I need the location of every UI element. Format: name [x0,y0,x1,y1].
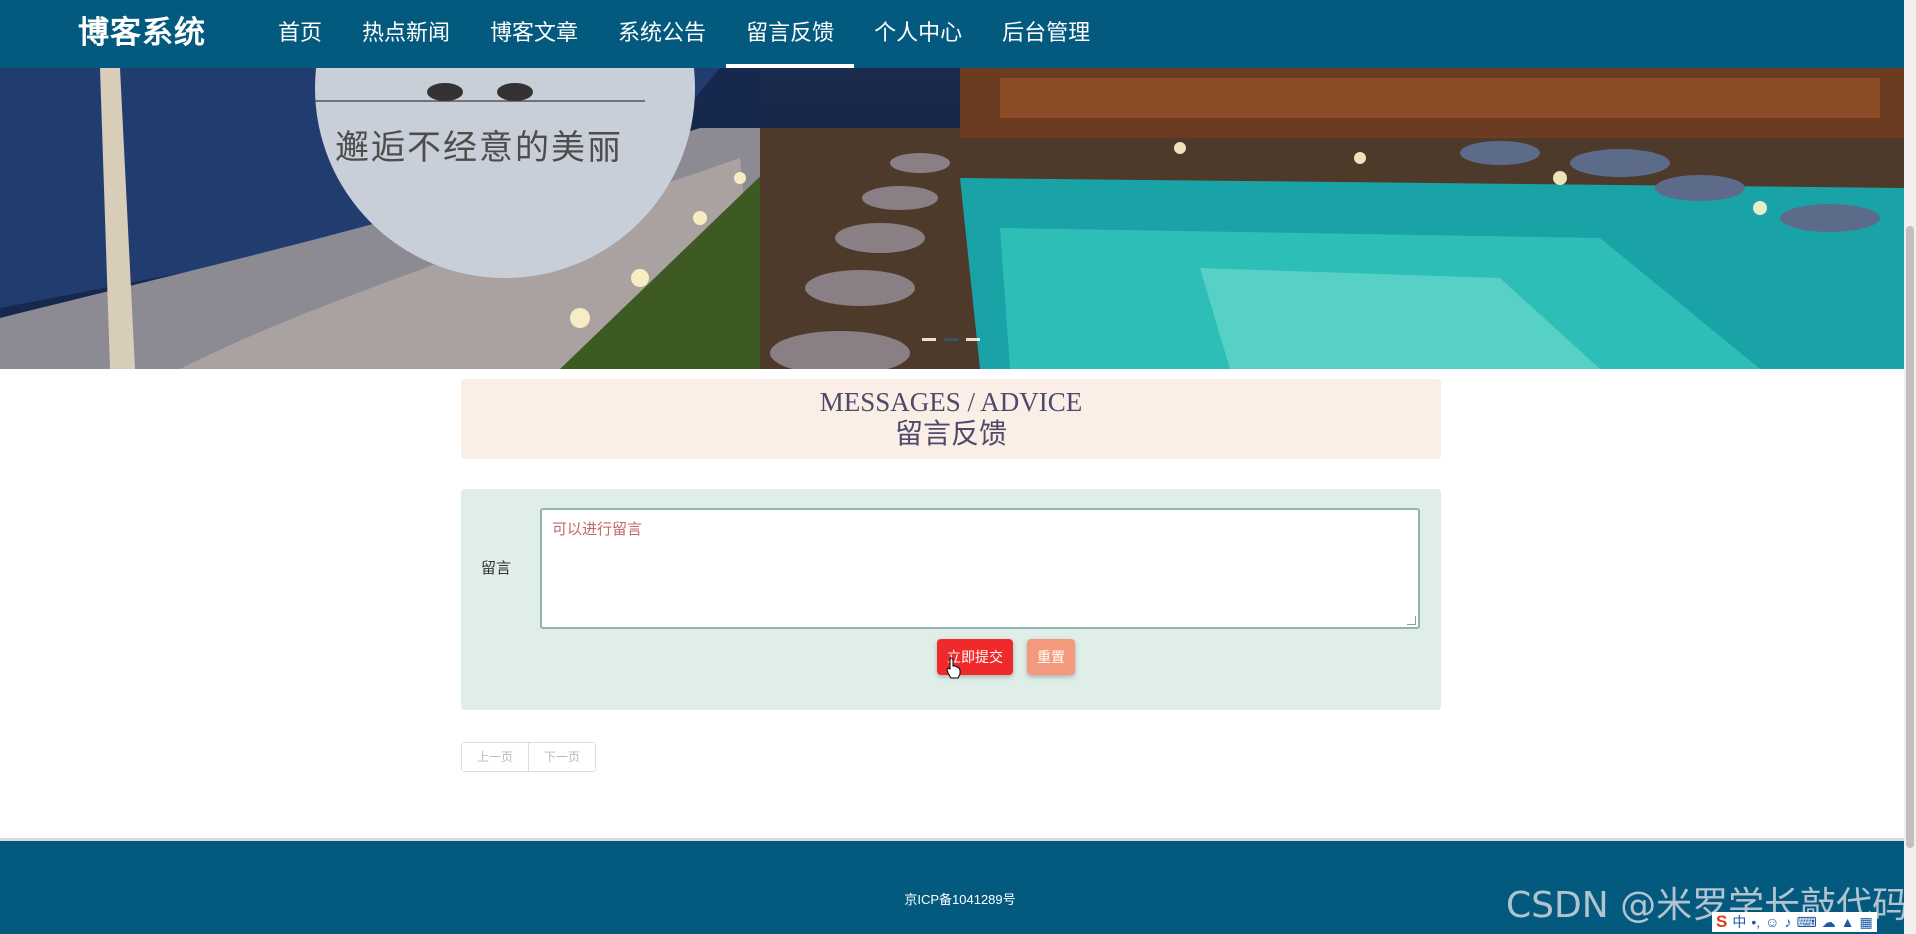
banner-slogan: 邂逅不经意的美丽 [335,128,623,168]
nav-item-blog-articles[interactable]: 博客文章 [470,0,598,68]
section-title-box: MESSAGES / ADVICE 留言反馈 [461,379,1441,459]
keyboard-icon[interactable]: ⌨ [1796,914,1816,931]
hand-pointer-icon [946,657,961,679]
top-navbar: 博客系统 首页 热点新闻 博客文章 系统公告 留言反馈 个人中心 后台管理 [0,0,1916,68]
grid-icon[interactable]: ▦ [1860,914,1873,931]
nav-item-hot-news[interactable]: 热点新闻 [342,0,470,68]
carousel-dot[interactable] [966,338,980,341]
section-title-chinese: 留言反馈 [894,419,1007,450]
banner-image [0,68,1904,369]
nav-item-feedback[interactable]: 留言反馈 [726,0,855,68]
next-page-button[interactable]: 下一页 [528,743,595,771]
section-title-english: MESSAGES / ADVICE [819,387,1083,417]
nav-item-home[interactable]: 首页 [258,0,342,68]
vertical-scrollbar[interactable] [1904,0,1916,934]
reset-button[interactable]: 重置 [1027,639,1075,675]
nav-item-user-center[interactable]: 个人中心 [854,0,982,68]
nav-item-announcements[interactable]: 系统公告 [598,0,726,68]
carousel-indicators [922,338,980,341]
carousel-dot[interactable] [922,338,936,341]
message-placeholder: 可以进行留言 [552,521,643,538]
nav-menu: 首页 热点新闻 博客文章 系统公告 留言反馈 个人中心 后台管理 [258,0,1110,68]
nav-item-admin[interactable]: 后台管理 [982,0,1110,68]
microphone-icon[interactable]: ♪ [1784,914,1791,930]
toolbox-icon[interactable]: ▲ [1841,914,1855,930]
prev-page-button[interactable]: 上一页 [462,743,528,771]
punctuation-icon[interactable]: •, [1751,914,1760,930]
carousel-dot-active[interactable] [944,338,958,341]
skin-icon[interactable]: ☁ [1822,914,1836,931]
scrollbar-thumb[interactable] [1906,226,1914,848]
ime-mode-toggle[interactable]: 中 [1732,912,1746,932]
sogou-logo-icon[interactable]: S [1716,912,1727,932]
message-textarea[interactable]: 可以进行留言 [540,508,1420,629]
site-brand[interactable]: 博客系统 [78,0,206,68]
ime-toolbar: S 中 •, ☺ ♪ ⌨ ☁ ▲ ▦ [1712,912,1877,932]
resize-handle-icon[interactable] [1407,616,1416,625]
banner-carousel[interactable]: 邂逅不经意的美丽 [0,68,1904,369]
message-form: 留言 可以进行留言 立即提交 重置 [461,489,1441,710]
emoji-icon[interactable]: ☺ [1765,914,1779,930]
pagination: 上一页 下一页 [461,742,596,772]
message-label: 留言 [481,560,512,577]
